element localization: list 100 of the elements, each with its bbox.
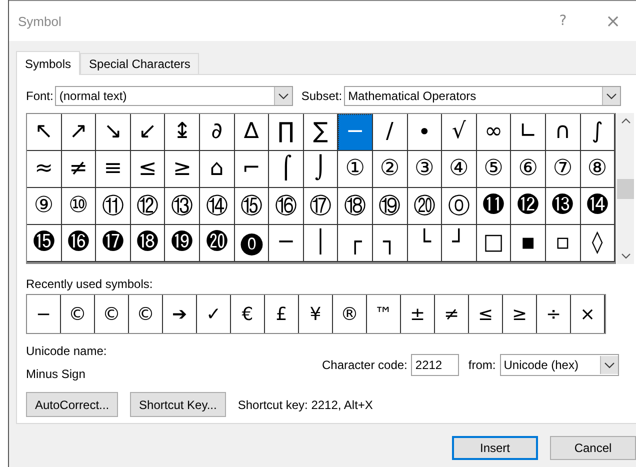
- symbol-cell[interactable]: ④: [442, 150, 477, 188]
- symbol-cell[interactable]: ⓪: [442, 188, 477, 225]
- recent-symbol-cell[interactable]: ©: [129, 295, 163, 333]
- symbol-cell[interactable]: ⑮: [234, 188, 270, 225]
- symbol-cell[interactable]: ∟: [511, 114, 546, 151]
- symbol-cell[interactable]: ◊: [580, 224, 616, 262]
- recent-symbol-cell[interactable]: ➔: [163, 295, 197, 333]
- symbol-cell[interactable]: ↨: [165, 114, 200, 151]
- recent-symbol-cell[interactable]: ÷: [537, 295, 571, 333]
- symbol-cell[interactable]: ─: [269, 224, 304, 262]
- symbol-cell[interactable]: ⓫: [476, 188, 512, 225]
- symbol-cell[interactable]: ↗: [62, 114, 96, 151]
- symbol-cell[interactable]: ▪: [511, 224, 546, 262]
- recent-symbol-cell[interactable]: ±: [401, 295, 435, 333]
- tab[interactable]: Symbols: [16, 51, 80, 75]
- symbol-cell[interactable]: ⓴: [200, 224, 235, 262]
- symbol-cell[interactable]: ①: [338, 150, 373, 188]
- symbol-cell[interactable]: ↘: [96, 114, 131, 151]
- symbol-cell[interactable]: ②: [372, 150, 408, 188]
- font-dropdown[interactable]: (normal text): [55, 86, 294, 106]
- symbol-cell[interactable]: ⑭: [200, 188, 235, 225]
- scroll-thumb[interactable]: [617, 178, 634, 199]
- symbol-cell[interactable]: ⑨: [27, 188, 62, 225]
- symbol-cell[interactable]: │: [304, 224, 338, 262]
- symbol-cell[interactable]: √: [442, 114, 477, 151]
- symbol-cell[interactable]: ⓰: [62, 224, 96, 262]
- window-title: Symbol: [18, 14, 62, 28]
- dialog-button[interactable]: AutoCorrect...: [26, 392, 118, 417]
- symbol-cell[interactable]: ⑱: [338, 188, 373, 225]
- recent-symbol-cell[interactable]: ≠: [435, 295, 469, 333]
- scrollbar[interactable]: [617, 112, 634, 264]
- symbol-cell[interactable]: ⑯: [269, 188, 304, 225]
- recent-symbol-cell[interactable]: ≤: [469, 295, 503, 333]
- symbol-cell[interactable]: ⑰: [304, 188, 338, 225]
- recent-symbol-cell[interactable]: ≥: [503, 295, 537, 333]
- recent-symbol-cell[interactable]: ®: [333, 295, 367, 333]
- symbol-cell[interactable]: ⑳: [408, 188, 442, 225]
- symbol-cell[interactable]: ┌: [338, 224, 373, 262]
- symbol-cell[interactable]: ⑫: [130, 188, 166, 225]
- symbol-cell[interactable]: ⑲: [372, 188, 408, 225]
- dialog-button[interactable]: Cancel: [550, 436, 636, 460]
- symbol-cell[interactable]: ⓳: [165, 224, 200, 262]
- symbol-cell[interactable]: ⑩: [62, 188, 96, 225]
- symbol-cell[interactable]: ≡: [96, 150, 131, 188]
- symbol-cell[interactable]: ③: [408, 150, 442, 188]
- symbol-cell[interactable]: ≠: [62, 150, 96, 188]
- symbol-cell[interactable]: ⌐: [234, 150, 270, 188]
- close-button[interactable]: ×: [590, 6, 636, 36]
- symbol-cell[interactable]: ≥: [165, 150, 200, 188]
- symbol-cell[interactable]: ≈: [27, 150, 62, 188]
- recent-symbol-cell[interactable]: ©: [61, 295, 95, 333]
- recent-symbol-cell[interactable]: £: [265, 295, 299, 333]
- symbol-cell[interactable]: ⌠: [269, 150, 304, 188]
- symbol-cell[interactable]: ⓱: [96, 224, 131, 262]
- symbol-cell[interactable]: ⓲: [130, 224, 166, 262]
- recent-symbol-cell[interactable]: ™: [367, 295, 401, 333]
- dialog-button[interactable]: Insert: [452, 436, 538, 460]
- symbol-cell[interactable]: ┐: [372, 224, 408, 262]
- symbol-cell[interactable]: ∏: [269, 114, 304, 151]
- symbol-cell[interactable]: −: [338, 114, 373, 151]
- symbol-cell[interactable]: ≤: [130, 150, 166, 188]
- symbol-cell[interactable]: ∕: [372, 114, 408, 151]
- symbol-cell[interactable]: ⌂: [200, 150, 235, 188]
- symbol-cell[interactable]: ↙: [130, 114, 166, 151]
- tab[interactable]: Special Characters: [80, 53, 200, 74]
- help-button[interactable]: ?: [540, 6, 586, 36]
- symbol-cell[interactable]: ∂: [200, 114, 235, 151]
- symbol-cell[interactable]: ⓮: [580, 188, 616, 225]
- symbol-cell[interactable]: ⓯: [27, 224, 62, 262]
- symbol-cell[interactable]: ∫: [580, 114, 616, 151]
- symbol-cell[interactable]: ⓬: [511, 188, 546, 225]
- symbol-cell[interactable]: ⑦: [546, 150, 580, 188]
- dialog-button[interactable]: Shortcut Key...: [130, 392, 226, 417]
- symbol-cell[interactable]: ⑬: [165, 188, 200, 225]
- recent-symbol-cell[interactable]: −: [27, 295, 61, 333]
- symbol-cell[interactable]: ↖: [27, 114, 62, 151]
- symbol-cell[interactable]: ⑤: [476, 150, 512, 188]
- symbol-cell[interactable]: ⑪: [96, 188, 131, 225]
- from-dropdown[interactable]: Unicode (hex): [500, 354, 619, 376]
- unicode-name-label: Unicode name:: [26, 344, 108, 358]
- symbol-cell[interactable]: □: [476, 224, 512, 262]
- recent-symbol-cell[interactable]: ×: [571, 295, 605, 333]
- symbol-cell[interactable]: ⑥: [511, 150, 546, 188]
- recent-symbol-cell[interactable]: ✓: [197, 295, 231, 333]
- symbol-cell[interactable]: ▫: [546, 224, 580, 262]
- symbol-cell[interactable]: ┘: [442, 224, 477, 262]
- symbol-cell[interactable]: ⓭: [546, 188, 580, 225]
- subset-dropdown[interactable]: Mathematical Operators: [344, 86, 622, 106]
- symbol-cell[interactable]: ∙: [408, 114, 442, 151]
- recent-symbol-cell[interactable]: ©: [95, 295, 129, 333]
- symbol-cell[interactable]: ⓿: [234, 224, 270, 262]
- recent-symbol-cell[interactable]: €: [231, 295, 265, 333]
- symbol-cell[interactable]: ∞: [476, 114, 512, 151]
- character-code-field[interactable]: 2212: [411, 354, 460, 376]
- symbol-cell[interactable]: ⑧: [580, 150, 616, 188]
- symbol-cell[interactable]: ∆: [234, 114, 270, 151]
- recent-symbol-cell[interactable]: ¥: [299, 295, 333, 333]
- symbol-cell[interactable]: ⌡: [304, 150, 338, 188]
- symbol-cell[interactable]: └: [408, 224, 442, 262]
- symbol-cell[interactable]: ∩: [546, 114, 580, 151]
